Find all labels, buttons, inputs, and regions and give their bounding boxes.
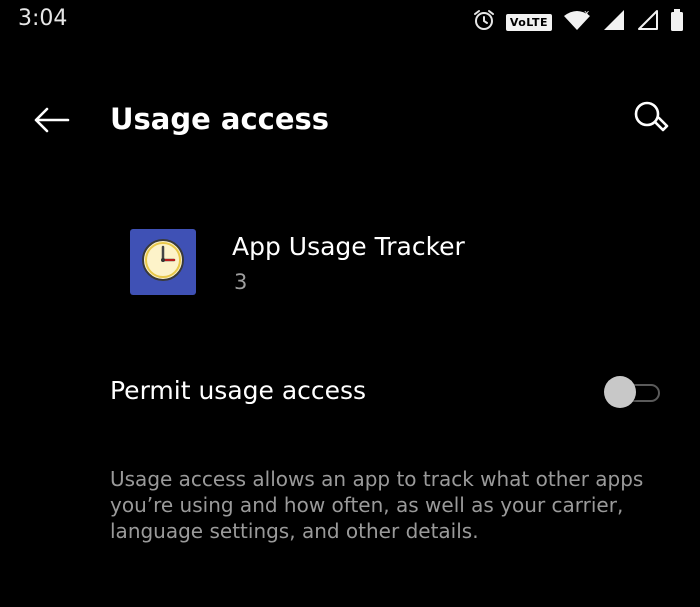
toolbar: Usage access bbox=[0, 84, 700, 160]
toggle-thumb bbox=[604, 376, 636, 408]
permit-usage-access-row[interactable]: Permit usage access bbox=[0, 350, 700, 434]
usage-access-description: Usage access allows an app to track what… bbox=[110, 467, 644, 543]
alarm-icon bbox=[472, 8, 496, 36]
status-time: 3:04 bbox=[18, 6, 68, 31]
app-header: App Usage Tracker 3 bbox=[130, 228, 670, 298]
permit-usage-access-label: Permit usage access bbox=[110, 376, 367, 405]
volte-badge: VoLTE bbox=[505, 13, 552, 31]
page-title: Usage access bbox=[110, 102, 330, 136]
wifi-icon: x bbox=[562, 8, 592, 36]
arrow-left-icon bbox=[31, 105, 71, 139]
cell-signal-icon bbox=[602, 8, 626, 36]
status-icons: VoLTE x bbox=[472, 8, 684, 36]
permit-usage-access-toggle[interactable] bbox=[600, 374, 662, 410]
search-button[interactable] bbox=[628, 98, 678, 146]
back-button[interactable] bbox=[26, 102, 76, 142]
search-icon bbox=[632, 99, 674, 145]
status-bar: 3:04 VoLTE x bbox=[0, 0, 700, 44]
app-name: App Usage Tracker bbox=[232, 232, 465, 261]
svg-text:x: x bbox=[584, 9, 590, 19]
app-subtitle: 3 bbox=[234, 270, 248, 294]
clock-icon bbox=[138, 235, 188, 289]
cell-signal-empty-icon bbox=[636, 8, 660, 36]
app-icon bbox=[130, 229, 196, 295]
battery-icon bbox=[670, 8, 684, 36]
